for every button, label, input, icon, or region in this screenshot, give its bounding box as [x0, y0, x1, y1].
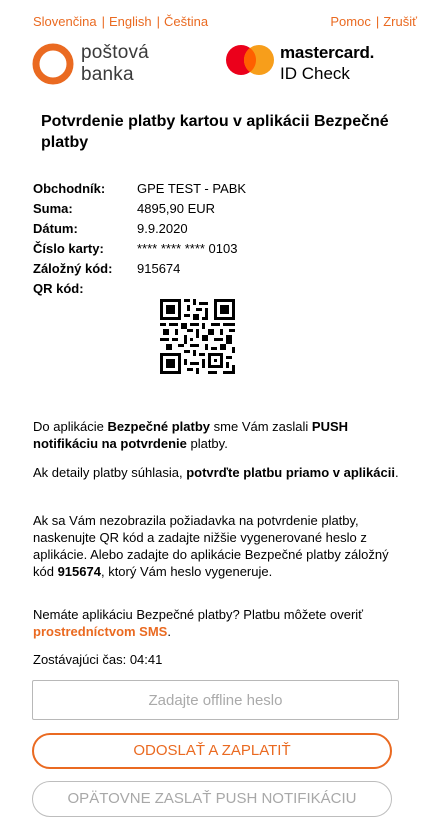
bank-logo-line1: poštová — [81, 42, 149, 63]
bank-ring-icon — [32, 43, 74, 85]
qr-code-label: QR kód: — [33, 280, 84, 296]
detail-row-merchant: Obchodník: GPE TEST - PABK — [33, 178, 246, 198]
help-cancel-links: Pomoc | Zrušiť — [330, 14, 417, 29]
backup-code-label: Záložný kód: — [33, 260, 113, 276]
merchant-label: Obchodník: — [33, 180, 106, 196]
id-check-wordmark: ID Check — [280, 64, 350, 83]
push-notification-message: Do aplikácie Bezpečné platby sme Vám zas… — [33, 419, 349, 451]
merchant-value: GPE TEST - PABK — [137, 180, 247, 196]
qr-code-image — [160, 299, 235, 374]
separator: | — [101, 14, 105, 29]
mastercard-circles-icon — [226, 45, 274, 75]
backup-code-value: 915674 — [137, 260, 181, 276]
amount-value: 4895,90 EUR — [137, 200, 216, 216]
bank-logo-line2: banka — [81, 64, 134, 85]
page-title: Potvrdenie platby kartou v aplikácii Bez… — [41, 113, 389, 151]
date-label: Dátum: — [33, 220, 78, 236]
qr-instructions-message: Ak sa Vám nezobrazila požiadavka na potv… — [33, 513, 389, 579]
detail-row-date: Dátum: 9.9.2020 — [33, 218, 246, 238]
card-number-label: Číslo karty: — [33, 240, 104, 256]
date-value: 9.9.2020 — [137, 220, 188, 236]
mastercard-wordmark: mastercard. — [280, 43, 375, 62]
help-link[interactable]: Pomoc — [330, 14, 370, 29]
amount-label: Suma: — [33, 200, 73, 216]
separator: | — [375, 14, 380, 29]
sms-alternative-message: Nemáte aplikáciu Bezpečné platby? Platbu… — [33, 607, 364, 639]
sms-verification-link[interactable]: prostredníctvom SMS — [33, 624, 167, 639]
cancel-link[interactable]: Zrušiť — [383, 14, 417, 29]
lang-cz-link[interactable]: Čeština — [164, 14, 208, 29]
lang-sk-link[interactable]: Slovenčina — [33, 14, 97, 29]
mastercard-id-check-logo: mastercard. ID Check — [225, 42, 395, 86]
top-links: Slovenčina | English | Čeština Pomoc | Zrušiť — [33, 14, 417, 32]
offline-password-input[interactable] — [32, 680, 399, 720]
payment-details: Obchodník: GPE TEST - PABK Suma: 4895,90… — [33, 178, 246, 298]
detail-row-qr: QR kód: — [33, 278, 246, 298]
resend-push-button[interactable]: OPÄTOVNE ZASLAŤ PUSH NOTIFIKÁCIU — [32, 781, 392, 817]
postova-banka-logo: poštová banka — [31, 42, 171, 90]
detail-row-amount: Suma: 4895,90 EUR — [33, 198, 246, 218]
remaining-time: Zostávajúci čas: 04:41 — [33, 652, 163, 667]
lang-en-link[interactable]: English — [109, 14, 152, 29]
bank-logo-text: poštová banka — [81, 42, 149, 86]
detail-row-backup: Záložný kód: 915674 — [33, 258, 246, 278]
card-number-value: **** **** **** 0103 — [137, 240, 238, 256]
language-switcher: Slovenčina | English | Čeština — [33, 14, 208, 29]
separator: | — [156, 14, 161, 29]
detail-row-card: Číslo karty: **** **** **** 0103 — [33, 238, 246, 258]
submit-and-pay-button[interactable]: ODOSLAŤ A ZAPLATIŤ — [32, 733, 392, 769]
confirm-in-app-message: Ak detaily platby súhlasia, potvrďte pla… — [33, 465, 399, 480]
